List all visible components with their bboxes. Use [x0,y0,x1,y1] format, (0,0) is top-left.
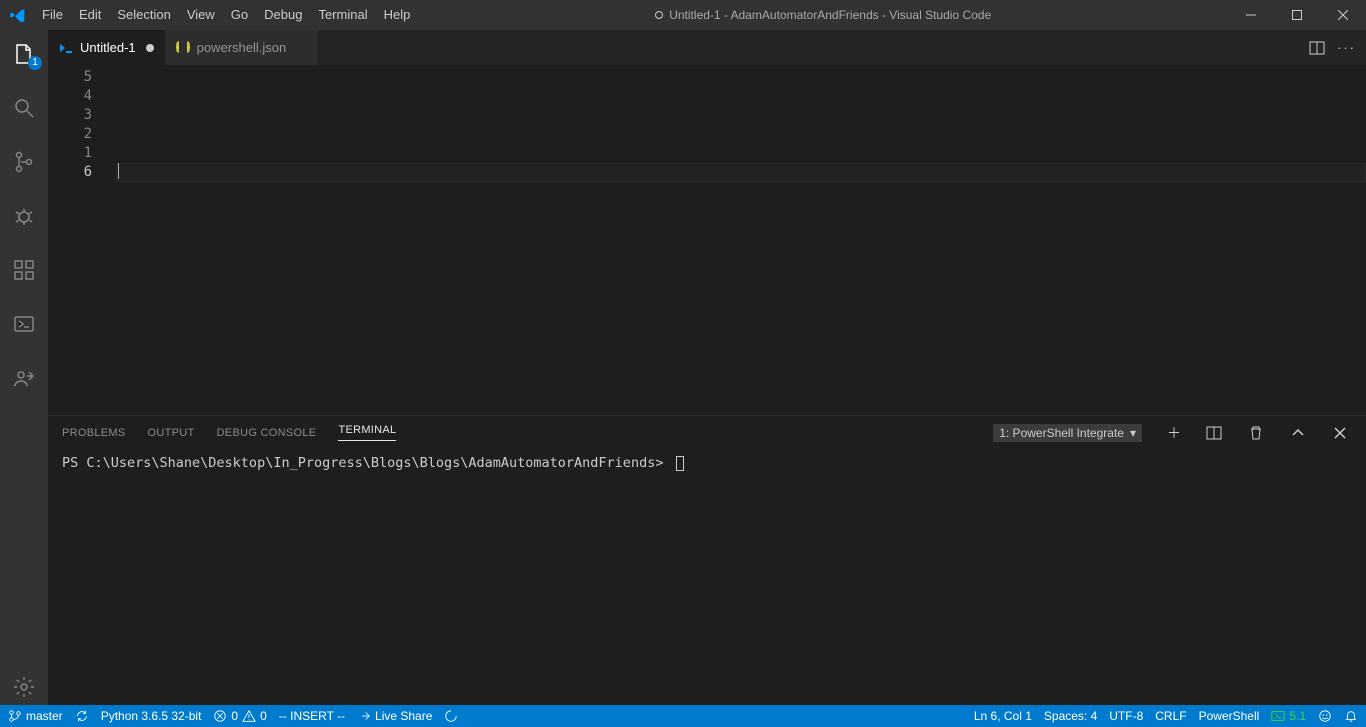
status-feedback-icon[interactable] [1318,709,1332,723]
main-area: 1 Unti [0,30,1366,705]
powershell-file-icon [58,40,74,56]
line-number: 5 [48,68,92,87]
panel-tab-debug-console[interactable]: DEBUG CONSOLE [217,427,317,439]
activity-settings[interactable] [0,669,48,705]
status-eol[interactable]: CRLF [1155,709,1186,723]
panel-tab-terminal[interactable]: TERMINAL [338,424,396,441]
code-area[interactable] [98,65,1366,415]
panel-tab-problems[interactable]: PROBLEMS [62,427,126,439]
activity-extensions[interactable] [0,252,48,288]
activity-search[interactable] [0,90,48,126]
vscode-logo-icon [0,7,34,23]
window-controls [1228,0,1366,30]
menu-selection[interactable]: Selection [109,0,178,30]
status-indent[interactable]: Spaces: 4 [1044,709,1097,723]
branch-name: master [26,709,63,723]
split-terminal-icon[interactable] [1206,425,1226,441]
maximize-button[interactable] [1274,0,1320,30]
activity-liveshare[interactable] [0,360,48,396]
explorer-badge: 1 [28,56,42,70]
panel-tabs: PROBLEMS OUTPUT DEBUG CONSOLE TERMINAL 1… [48,416,1366,449]
terminal-selector-label: 1: PowerShell Integrate [999,426,1124,440]
status-vim-mode: -- INSERT -- [279,709,345,723]
status-sync[interactable] [75,709,89,723]
tab-untitled-1[interactable]: Untitled-1 [48,30,165,65]
editor-group: Untitled-1 powershell.json ··· 5 [48,30,1366,705]
close-button[interactable] [1320,0,1366,30]
line-number: 6 [48,163,92,182]
status-cursor-position[interactable]: Ln 6, Col 1 [974,709,1032,723]
editor-tabs: Untitled-1 powershell.json ··· [48,30,1366,65]
status-bar: master Python 3.6.5 32-bit 0 0 -- INSERT… [0,705,1366,727]
status-python[interactable]: Python 3.6.5 32-bit [101,709,202,723]
ps-version-label: 5.1 [1289,709,1306,723]
new-terminal-icon[interactable]: ＋ [1164,423,1184,443]
line-number-gutter: 5 4 3 2 1 6 [48,65,98,415]
panel-tab-output[interactable]: OUTPUT [148,427,195,439]
status-notifications-icon[interactable] [1344,709,1358,723]
menu-terminal[interactable]: Terminal [310,0,375,30]
panel: PROBLEMS OUTPUT DEBUG CONSOLE TERMINAL 1… [48,415,1366,705]
line-number: 3 [48,106,92,125]
tab-label: powershell.json [197,40,287,55]
line-number: 4 [48,87,92,106]
liveshare-label: Live Share [375,709,432,723]
json-file-icon [175,40,191,56]
title-bar: File Edit Selection View Go Debug Termin… [0,0,1366,30]
status-problems[interactable]: 0 0 [213,709,266,723]
menu-bar: File Edit Selection View Go Debug Termin… [34,0,418,30]
status-loading-icon [444,709,458,723]
activity-source-control[interactable] [0,144,48,180]
status-ps-version[interactable]: 5.1 [1271,709,1306,723]
close-panel-icon[interactable] [1332,425,1352,441]
chevron-down-icon: ▾ [1130,426,1136,440]
terminal-body[interactable]: PS C:\Users\Shane\Desktop\In_Progress\Bl… [48,449,1366,705]
window-title: Untitled-1 - AdamAutomatorAndFriends - V… [418,8,1228,22]
editor-actions: ··· [1299,30,1366,65]
dirty-indicator-icon [655,11,663,19]
split-editor-icon[interactable] [1309,40,1325,56]
maximize-panel-icon[interactable] [1290,425,1310,441]
menu-help[interactable]: Help [376,0,419,30]
tab-label: Untitled-1 [80,40,136,55]
editor[interactable]: 5 4 3 2 1 6 [48,65,1366,415]
menu-debug[interactable]: Debug [256,0,310,30]
dirty-dot-icon [146,44,154,52]
activity-debug[interactable] [0,198,48,234]
menu-go[interactable]: Go [223,0,256,30]
text-cursor-icon [118,163,119,179]
terminal-prompt: PS C:\Users\Shane\Desktop\In_Progress\Bl… [62,455,663,471]
activity-powershell[interactable] [0,306,48,342]
more-actions-icon[interactable]: ··· [1337,40,1356,55]
status-language[interactable]: PowerShell [1199,709,1260,723]
status-liveshare[interactable]: Live Share [357,709,432,723]
tab-powershell-json[interactable]: powershell.json [165,30,320,65]
menu-file[interactable]: File [34,0,71,30]
menu-edit[interactable]: Edit [71,0,109,30]
activity-explorer[interactable]: 1 [0,36,48,72]
status-branch[interactable]: master [8,709,63,723]
menu-view[interactable]: View [179,0,223,30]
minimize-button[interactable] [1228,0,1274,30]
error-count: 0 [231,709,238,723]
line-number: 1 [48,144,92,163]
activity-bar: 1 [0,30,48,705]
terminal-selector[interactable]: 1: PowerShell Integrate ▾ [993,424,1142,442]
window-title-text: Untitled-1 - AdamAutomatorAndFriends - V… [669,8,991,22]
warning-count: 0 [260,709,267,723]
terminal-cursor-icon [676,456,684,471]
status-encoding[interactable]: UTF-8 [1109,709,1143,723]
kill-terminal-icon[interactable] [1248,425,1268,441]
line-number: 2 [48,125,92,144]
